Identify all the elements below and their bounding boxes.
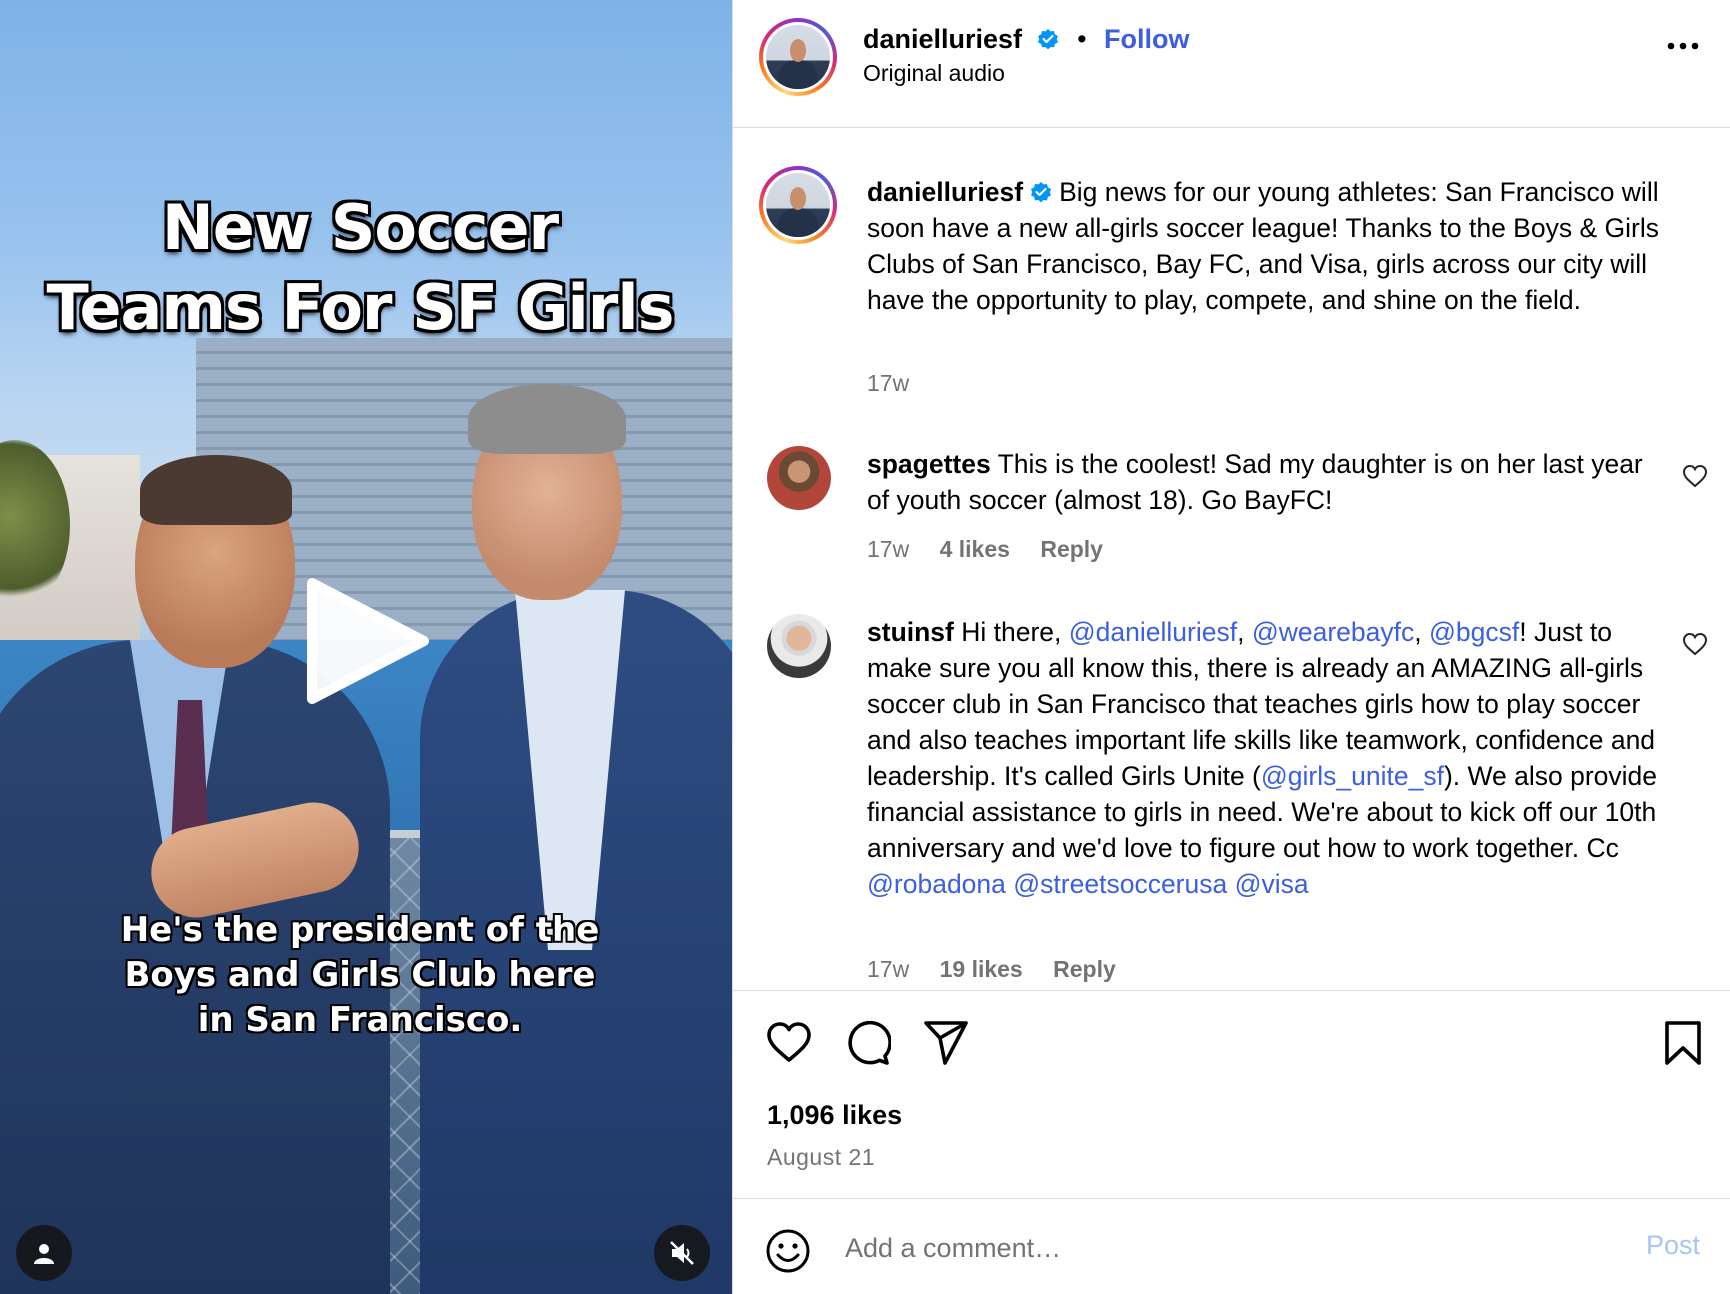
user-icon	[34, 1244, 54, 1264]
share-icon[interactable]	[923, 1020, 969, 1066]
video-caption-overlay: He's the president of the Boys and Girls…	[0, 908, 720, 1043]
video-caption-line: He's the president of the	[120, 910, 600, 950]
reply-button[interactable]: Reply	[1040, 536, 1103, 562]
play-icon	[307, 578, 429, 704]
bookmark-icon[interactable]	[1663, 1020, 1703, 1066]
follow-button[interactable]: Follow	[1104, 24, 1189, 54]
mention-link[interactable]: @robadona	[867, 869, 1006, 899]
mention-link[interactable]: @streetsoccerusa	[1013, 869, 1227, 899]
post-date[interactable]: August 21	[767, 1144, 875, 1171]
comment-username[interactable]: spagettes	[867, 449, 991, 479]
comment-text: Hi there,	[961, 617, 1069, 647]
video-player[interactable]: New Soccer Teams For SF Girls He's the p…	[0, 0, 732, 1294]
comment-time[interactable]: 17w	[867, 956, 909, 982]
post-comment-button[interactable]: Post	[1646, 1230, 1700, 1261]
header-divider	[733, 127, 1730, 128]
comment-username[interactable]: stuinsf	[867, 617, 954, 647]
caption-username[interactable]: danielluriesf	[867, 177, 1023, 207]
author-username[interactable]: danielluriesf	[863, 24, 1022, 54]
footer-divider	[733, 1198, 1730, 1199]
person-left-hair	[140, 455, 292, 525]
comment-item: stuinsf Hi there, @danielluriesf, @weare…	[867, 614, 1667, 902]
tagged-users-button[interactable]	[16, 1225, 72, 1281]
mention-link[interactable]: @danielluriesf	[1069, 617, 1237, 647]
caption-avatar[interactable]	[759, 166, 837, 244]
post-details-panel: danielluriesf • Follow Original audio da…	[733, 0, 1730, 1294]
like-comment-icon[interactable]	[1682, 632, 1708, 656]
mention-link[interactable]: @wearebayfc	[1252, 617, 1414, 647]
caption-time[interactable]: 17w	[867, 370, 909, 396]
author-avatar[interactable]	[759, 18, 837, 96]
post-actions	[765, 1020, 1705, 1070]
add-comment-bar: Post	[733, 1200, 1730, 1294]
caption-meta: 17w	[867, 370, 933, 397]
original-audio-link[interactable]: Original audio	[863, 60, 1005, 87]
verified-badge-icon	[1031, 182, 1052, 203]
comment-time[interactable]: 17w	[867, 536, 909, 562]
muted-speaker-icon	[670, 1241, 694, 1265]
more-options-icon	[1667, 42, 1699, 50]
play-button[interactable]	[300, 575, 432, 707]
comment-likes[interactable]: 4 likes	[940, 536, 1010, 562]
comment-input[interactable]	[845, 1226, 1545, 1270]
commenter-avatar[interactable]	[767, 446, 831, 510]
like-count[interactable]: 1,096 likes	[767, 1100, 902, 1131]
video-title-line: New Soccer	[161, 191, 559, 264]
video-caption-line: in San Francisco.	[197, 1000, 523, 1040]
comment-meta: 17w 19 likes Reply	[867, 956, 1140, 983]
video-title-overlay: New Soccer Teams For SF Girls	[0, 188, 720, 348]
mention-link[interactable]: @girls_unite_sf	[1261, 761, 1444, 791]
comment-text: ,	[1237, 617, 1252, 647]
comments-divider	[733, 990, 1730, 991]
more-options-button[interactable]	[1666, 38, 1700, 56]
verified-badge-icon	[1037, 29, 1058, 50]
mention-link[interactable]: @bgcsf	[1429, 617, 1519, 647]
comment-meta: 17w 4 likes Reply	[867, 536, 1127, 563]
comment-icon[interactable]	[845, 1020, 891, 1066]
comment-text: ,	[1414, 617, 1429, 647]
post-header: danielluriesf • Follow	[863, 22, 1190, 56]
separator-dot: •	[1077, 24, 1087, 54]
person-right-hair	[468, 384, 626, 454]
mute-toggle-button[interactable]	[654, 1225, 710, 1281]
video-title-line: Teams For SF Girls	[46, 271, 674, 344]
comment-item: spagettes This is the coolest! Sad my da…	[867, 446, 1667, 518]
heart-icon[interactable]	[765, 1020, 813, 1064]
mention-link[interactable]: @visa	[1235, 869, 1309, 899]
emoji-icon[interactable]	[765, 1228, 811, 1274]
reply-button[interactable]: Reply	[1053, 956, 1116, 982]
commenter-avatar[interactable]	[767, 614, 831, 678]
video-caption-line: Boys and Girls Club here	[124, 955, 596, 995]
post-caption: danielluriesf Big news for our young ath…	[867, 174, 1702, 318]
like-comment-icon[interactable]	[1682, 464, 1708, 488]
comment-likes[interactable]: 19 likes	[940, 956, 1023, 982]
